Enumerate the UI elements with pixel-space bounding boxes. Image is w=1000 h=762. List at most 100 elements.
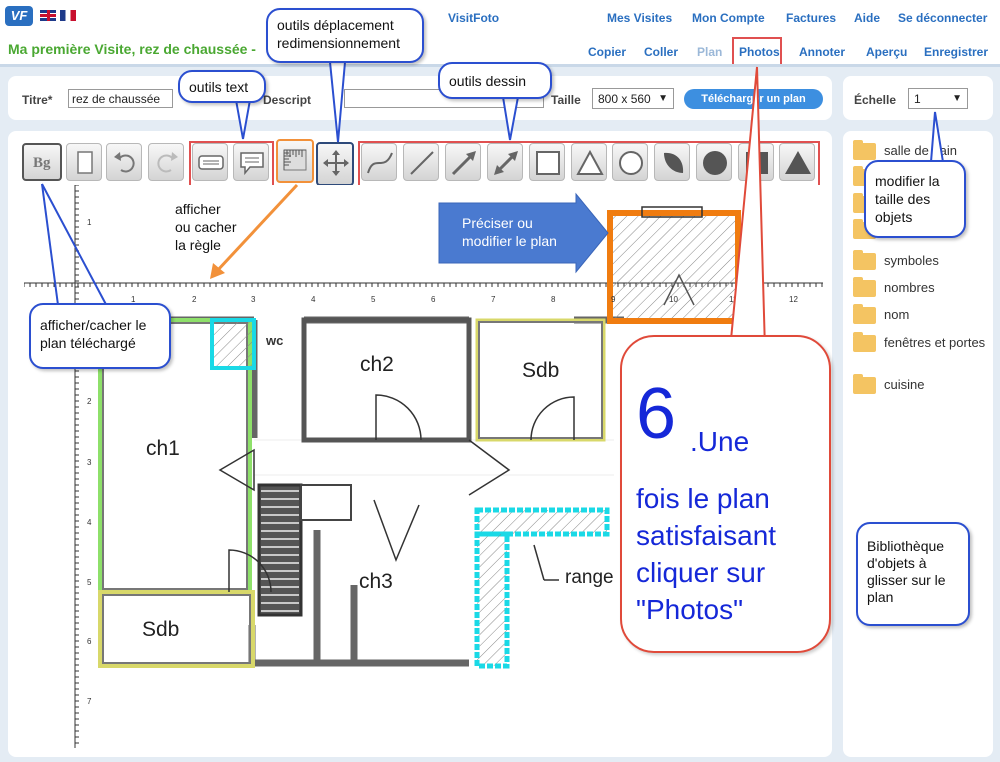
callout-line: satisfaisant [636,520,777,551]
nav-copier[interactable]: Copier [588,45,626,59]
library-folder-nombres[interactable]: nombres [853,277,935,298]
text-box-icon [198,155,224,170]
callout-line: plan téléchargé [40,335,136,351]
english-flag-icon[interactable] [40,10,56,21]
filled-triangle-tool-button[interactable] [779,143,815,181]
nav-mon-compte[interactable]: Mon Compte [692,11,765,25]
room-label-ch2: ch2 [360,353,394,376]
description-label: Descript [263,93,312,107]
undo-button[interactable] [106,143,142,181]
nav-enregistrer[interactable]: Enregistrer [924,45,988,59]
plan-toggle-callout: afficher/cacher le plan téléchargé [29,303,171,369]
room-label-wc: wc [266,333,284,348]
line-tool-button[interactable] [403,143,439,181]
draw-tools-callout: outils dessin [438,62,552,99]
photos-instruction-text: fois le plan satisfaisant cliquer sur "P… [636,480,776,628]
filled-square-tool-button[interactable] [738,143,774,181]
curve-tool-button[interactable] [361,143,397,181]
callout-line: cliquer sur [636,557,766,588]
library-folder-label: nom [884,307,910,322]
note-line: Préciser ou [462,215,533,231]
nav-annoter[interactable]: Annoter [799,45,845,59]
folder-icon [853,140,876,161]
library-folder-salle-de-bain[interactable]: salle de bain [853,140,957,161]
note-line: la règle [175,237,221,253]
nav-logout[interactable]: Se déconnecter [898,11,987,25]
library-callout: Bibliothèque d'objets à glisser sur le p… [856,522,970,626]
ruler-v-label: 4 [87,518,92,527]
note-line: modifier le plan [462,233,557,249]
brand-link[interactable]: VisitFoto [448,11,499,25]
scale-select[interactable]: 1 ▼ [908,88,968,109]
triangle-tool-button[interactable] [571,143,607,181]
upload-plan-button[interactable]: Télécharger un plan [684,89,823,109]
room-label-sdb: Sdb [142,618,180,641]
bg-toggle-button[interactable]: Bg [22,143,62,181]
library-folder-label: salle de bain [884,143,957,158]
move-tools-callout: outils déplacement redimensionnement [266,8,424,63]
circle-tool-button[interactable] [612,143,648,181]
redo-icon [157,152,178,173]
callout-line: afficher/cacher le [40,317,147,333]
ruler-h-label: 5 [371,295,376,304]
bg-toggle-icon: Bg [33,155,51,171]
text-box-button[interactable] [192,143,228,181]
ruler-h-label: 6 [431,295,436,304]
redo-button[interactable] [148,143,184,181]
folder-icon [853,374,876,395]
arrow-tool-button[interactable] [445,143,481,181]
ruler-v-label: 6 [87,637,92,646]
nav-factures[interactable]: Factures [786,11,836,25]
size-select[interactable]: 800 x 560 ▼ [592,88,674,109]
library-folder-label: fenêtres et portes [884,335,986,350]
refine-plan-note: Préciser ou modifier le plan [462,214,557,250]
scale-callout: modifier la taille des objets [864,160,966,238]
filled-square-icon [746,152,768,174]
new-page-button[interactable] [66,143,102,181]
callout-line: .Une [690,426,750,457]
square-icon [536,151,560,175]
ruler-h-label: 7 [491,295,496,304]
ruler-icon [283,149,307,171]
nav-plan[interactable]: Plan [697,45,722,59]
french-flag-icon[interactable] [60,10,76,21]
nav-apercu[interactable]: Aperçu [866,45,907,59]
step-number: 6 [636,374,677,454]
library-folder-nom[interactable]: nom [853,304,910,325]
ruler-v-label: 3 [87,458,92,467]
callout-line: glisser sur le [867,572,946,588]
callout-line: modifier la [875,173,940,189]
nav-coller[interactable]: Coller [644,45,678,59]
callout-line: objets [875,209,913,225]
visitfoto-logo[interactable]: VF [5,6,33,26]
callout-line: Bibliothèque [867,538,945,554]
library-folder-cuisine[interactable]: cuisine [853,374,924,395]
note-line: ou cacher [175,219,237,235]
ruler-h-label: 8 [551,295,556,304]
library-folder-fenetres-portes[interactable]: fenêtres et portes [853,332,988,353]
square-tool-button[interactable] [529,143,565,181]
filled-triangle-icon [785,151,811,174]
ruler-h-label: 10 [669,295,678,304]
ruler-v-label: 2 [87,397,92,406]
nav-aide[interactable]: Aide [854,11,880,25]
quarter-circle-icon [664,152,684,173]
title-input[interactable]: rez de chaussée [68,89,173,108]
photos-highlight [732,37,782,67]
nav-mes-visites[interactable]: Mes Visites [607,11,672,25]
callout-line: fois le plan [636,483,770,514]
size-select-value: 800 x 560 [598,92,651,106]
callout-line: plan [867,589,894,605]
quarter-circle-tool-button[interactable] [654,143,690,181]
move-resize-button[interactable] [316,142,354,186]
callout-line: outils déplacement [277,17,394,33]
double-arrow-tool-button[interactable] [487,143,523,181]
room-label-ch1: ch1 [146,437,180,460]
ruler-toggle-button[interactable] [276,139,314,183]
filled-circle-tool-button[interactable] [696,143,732,181]
room-label-ch3: ch3 [359,570,393,593]
folder-icon [853,332,876,353]
speech-bubble-button[interactable] [233,143,269,181]
library-folder-symboles[interactable]: symboles [853,250,939,271]
room-label-sdb: Sdb [522,359,560,382]
